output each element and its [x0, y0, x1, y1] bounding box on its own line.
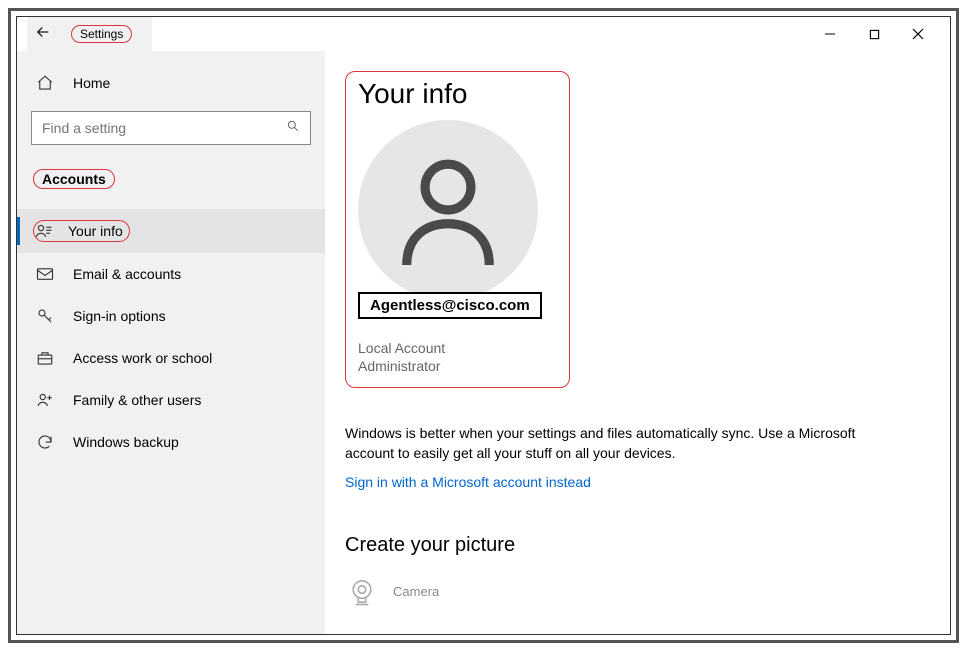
account-email: Agentless@cisco.com — [358, 292, 542, 319]
search-icon — [286, 119, 300, 138]
home-icon — [35, 73, 55, 93]
maximize-button[interactable] — [864, 24, 884, 44]
main-content: Your info Agentless@cisco.com Local Acco… — [325, 51, 950, 634]
briefcase-icon — [35, 348, 55, 368]
app-title: Settings — [71, 25, 132, 43]
nav-label: Email & accounts — [73, 266, 181, 282]
home-label: Home — [73, 75, 110, 91]
nav-email-accounts[interactable]: Email & accounts — [17, 253, 325, 295]
nav-label: Windows backup — [73, 434, 179, 450]
sign-in-ms-account-link[interactable]: Sign in with a Microsoft account instead — [345, 474, 910, 490]
your-info-icon — [34, 221, 54, 241]
key-icon — [35, 306, 55, 326]
back-button[interactable] — [33, 23, 53, 46]
nav-your-info[interactable]: Your info — [17, 209, 325, 253]
page-title: Your info — [358, 78, 549, 110]
camera-icon — [345, 575, 379, 609]
avatar — [358, 120, 538, 300]
nav-label: Family & other users — [73, 392, 201, 408]
nav-label: Your info — [68, 223, 123, 239]
search-input[interactable] — [42, 120, 286, 136]
sidebar: Home Accounts Your info — [17, 51, 325, 634]
home-button[interactable]: Home — [17, 63, 325, 103]
mail-icon — [35, 264, 55, 284]
nav-access-work-school[interactable]: Access work or school — [17, 337, 325, 379]
family-icon — [35, 390, 55, 410]
nav-label: Sign-in options — [73, 308, 166, 324]
your-info-card: Your info Agentless@cisco.com Local Acco… — [345, 71, 570, 388]
search-box[interactable] — [31, 111, 311, 145]
account-type: Local Account — [358, 339, 549, 357]
camera-option[interactable]: Camera — [345, 575, 910, 609]
settings-window: Settings Home — [16, 16, 951, 635]
close-button[interactable] — [908, 24, 928, 44]
sync-description: Windows is better when your settings and… — [345, 424, 865, 463]
create-picture-heading: Create your picture — [345, 534, 910, 557]
title-bar: Settings — [17, 17, 950, 51]
nav-family-users[interactable]: Family & other users — [17, 379, 325, 421]
category-accounts: Accounts — [33, 169, 115, 189]
camera-label: Camera — [393, 584, 439, 599]
backup-icon — [35, 432, 55, 452]
account-role: Administrator — [358, 357, 549, 375]
nav-label: Access work or school — [73, 350, 212, 366]
nav-windows-backup[interactable]: Windows backup — [17, 421, 325, 463]
nav-sign-in-options[interactable]: Sign-in options — [17, 295, 325, 337]
minimize-button[interactable] — [820, 24, 840, 44]
